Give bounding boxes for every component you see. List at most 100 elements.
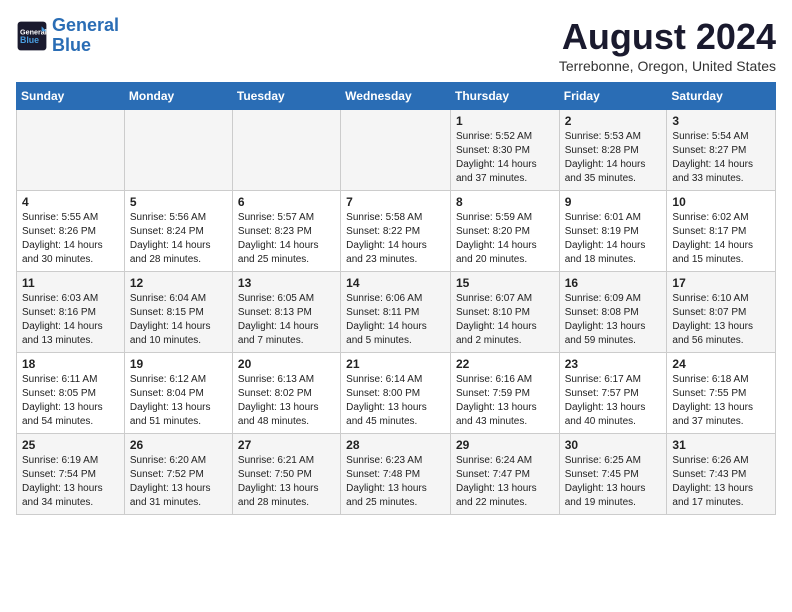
page-title: August 2024 — [559, 16, 776, 58]
day-number: 24 — [672, 357, 770, 371]
calendar-week-row: 4 Sunrise: 5:55 AM Sunset: 8:26 PM Daylig… — [17, 191, 776, 272]
day-number: 4 — [22, 195, 119, 209]
day-content: Sunrise: 6:13 AM Sunset: 8:02 PM Dayligh… — [238, 373, 335, 429]
calendar-day-cell: 15 Sunrise: 6:07 AM Sunset: 8:10 PM Dayli… — [450, 272, 559, 353]
logo-text: General Blue — [52, 16, 119, 56]
day-number: 31 — [672, 438, 770, 452]
day-content: Sunrise: 6:18 AM Sunset: 7:55 PM Dayligh… — [672, 373, 770, 429]
day-number: 9 — [565, 195, 662, 209]
day-number: 15 — [456, 276, 554, 290]
weekday-header-cell: Monday — [124, 83, 232, 110]
calendar-week-row: 25Sunrise: 6:19 AM Sunset: 7:54 PM Dayli… — [17, 434, 776, 515]
day-content: Sunrise: 6:23 AM Sunset: 7:48 PM Dayligh… — [346, 454, 445, 510]
day-number: 30 — [565, 438, 662, 452]
calendar-day-cell: 29 Sunrise: 6:24 AM Sunset: 7:47 PM Dayli… — [450, 434, 559, 515]
calendar-day-cell — [124, 110, 232, 191]
header: General Blue General Blue August 2024 Te… — [16, 16, 776, 74]
calendar-day-cell: 25Sunrise: 6:19 AM Sunset: 7:54 PM Dayli… — [17, 434, 125, 515]
calendar-week-row: 1 Sunrise: 5:52 AM Sunset: 8:30 PM Daylig… — [17, 110, 776, 191]
logo-line2: Blue — [52, 35, 91, 55]
day-content: Sunrise: 6:03 AM Sunset: 8:16 PM Dayligh… — [22, 292, 119, 348]
calendar-day-cell: 4 Sunrise: 5:55 AM Sunset: 8:26 PM Daylig… — [17, 191, 125, 272]
calendar-week-row: 11 Sunrise: 6:03 AM Sunset: 8:16 PM Dayli… — [17, 272, 776, 353]
day-content: Sunrise: 6:10 AM Sunset: 8:07 PM Dayligh… — [672, 292, 770, 348]
day-content: Sunrise: 6:06 AM Sunset: 8:11 PM Dayligh… — [346, 292, 445, 348]
day-number: 1 — [456, 114, 554, 128]
calendar-day-cell: 20 Sunrise: 6:13 AM Sunset: 8:02 PM Dayli… — [232, 353, 340, 434]
calendar-day-cell: 19Sunrise: 6:12 AM Sunset: 8:04 PM Dayli… — [124, 353, 232, 434]
day-number: 11 — [22, 276, 119, 290]
calendar-day-cell: 2Sunrise: 5:53 AM Sunset: 8:28 PM Daylig… — [559, 110, 667, 191]
day-content: Sunrise: 5:56 AM Sunset: 8:24 PM Dayligh… — [130, 211, 227, 267]
day-content: Sunrise: 6:05 AM Sunset: 8:13 PM Dayligh… — [238, 292, 335, 348]
day-content: Sunrise: 6:02 AM Sunset: 8:17 PM Dayligh… — [672, 211, 770, 267]
day-number: 23 — [565, 357, 662, 371]
calendar-day-cell: 17Sunrise: 6:10 AM Sunset: 8:07 PM Dayli… — [667, 272, 776, 353]
calendar-day-cell: 8Sunrise: 5:59 AM Sunset: 8:20 PM Daylig… — [450, 191, 559, 272]
weekday-header-cell: Thursday — [450, 83, 559, 110]
logo: General Blue General Blue — [16, 16, 119, 56]
day-number: 10 — [672, 195, 770, 209]
calendar-day-cell — [341, 110, 451, 191]
day-content: Sunrise: 5:53 AM Sunset: 8:28 PM Dayligh… — [565, 130, 662, 186]
day-number: 27 — [238, 438, 335, 452]
day-content: Sunrise: 5:52 AM Sunset: 8:30 PM Dayligh… — [456, 130, 554, 186]
calendar-day-cell: 27 Sunrise: 6:21 AM Sunset: 7:50 PM Dayli… — [232, 434, 340, 515]
day-content: Sunrise: 6:11 AM Sunset: 8:05 PM Dayligh… — [22, 373, 119, 429]
calendar-day-cell: 7 Sunrise: 5:58 AM Sunset: 8:22 PM Daylig… — [341, 191, 451, 272]
calendar-body: 1 Sunrise: 5:52 AM Sunset: 8:30 PM Daylig… — [17, 110, 776, 515]
page-subtitle: Terrebonne, Oregon, United States — [559, 58, 776, 74]
calendar-day-cell: 12Sunrise: 6:04 AM Sunset: 8:15 PM Dayli… — [124, 272, 232, 353]
calendar-day-cell — [232, 110, 340, 191]
calendar-day-cell: 11 Sunrise: 6:03 AM Sunset: 8:16 PM Dayli… — [17, 272, 125, 353]
day-number: 7 — [346, 195, 445, 209]
calendar-day-cell: 9Sunrise: 6:01 AM Sunset: 8:19 PM Daylig… — [559, 191, 667, 272]
calendar-day-cell: 13 Sunrise: 6:05 AM Sunset: 8:13 PM Dayli… — [232, 272, 340, 353]
day-number: 5 — [130, 195, 227, 209]
day-number: 25 — [22, 438, 119, 452]
calendar-day-cell: 1 Sunrise: 5:52 AM Sunset: 8:30 PM Daylig… — [450, 110, 559, 191]
day-number: 13 — [238, 276, 335, 290]
calendar-day-cell: 10 Sunrise: 6:02 AM Sunset: 8:17 PM Dayli… — [667, 191, 776, 272]
weekday-header-cell: Saturday — [667, 83, 776, 110]
day-content: Sunrise: 5:58 AM Sunset: 8:22 PM Dayligh… — [346, 211, 445, 267]
day-content: Sunrise: 5:54 AM Sunset: 8:27 PM Dayligh… — [672, 130, 770, 186]
weekday-header-row: SundayMondayTuesdayWednesdayThursdayFrid… — [17, 83, 776, 110]
svg-text:Blue: Blue — [20, 35, 39, 45]
calendar-day-cell: 5 Sunrise: 5:56 AM Sunset: 8:24 PM Daylig… — [124, 191, 232, 272]
day-content: Sunrise: 6:26 AM Sunset: 7:43 PM Dayligh… — [672, 454, 770, 510]
day-number: 12 — [130, 276, 227, 290]
calendar-day-cell: 28 Sunrise: 6:23 AM Sunset: 7:48 PM Dayli… — [341, 434, 451, 515]
day-number: 3 — [672, 114, 770, 128]
day-content: Sunrise: 6:24 AM Sunset: 7:47 PM Dayligh… — [456, 454, 554, 510]
day-number: 28 — [346, 438, 445, 452]
calendar-day-cell — [17, 110, 125, 191]
calendar-day-cell: 3 Sunrise: 5:54 AM Sunset: 8:27 PM Daylig… — [667, 110, 776, 191]
day-number: 6 — [238, 195, 335, 209]
day-content: Sunrise: 5:59 AM Sunset: 8:20 PM Dayligh… — [456, 211, 554, 267]
day-number: 29 — [456, 438, 554, 452]
calendar-day-cell: 6 Sunrise: 5:57 AM Sunset: 8:23 PM Daylig… — [232, 191, 340, 272]
weekday-header-cell: Friday — [559, 83, 667, 110]
calendar-day-cell: 31 Sunrise: 6:26 AM Sunset: 7:43 PM Dayli… — [667, 434, 776, 515]
calendar-day-cell: 16Sunrise: 6:09 AM Sunset: 8:08 PM Dayli… — [559, 272, 667, 353]
calendar-day-cell: 30Sunrise: 6:25 AM Sunset: 7:45 PM Dayli… — [559, 434, 667, 515]
day-content: Sunrise: 6:17 AM Sunset: 7:57 PM Dayligh… — [565, 373, 662, 429]
day-number: 22 — [456, 357, 554, 371]
calendar-week-row: 18 Sunrise: 6:11 AM Sunset: 8:05 PM Dayli… — [17, 353, 776, 434]
logo-line1: General — [52, 15, 119, 35]
day-number: 21 — [346, 357, 445, 371]
day-content: Sunrise: 5:57 AM Sunset: 8:23 PM Dayligh… — [238, 211, 335, 267]
day-number: 20 — [238, 357, 335, 371]
calendar-day-cell: 14 Sunrise: 6:06 AM Sunset: 8:11 PM Dayli… — [341, 272, 451, 353]
day-content: Sunrise: 6:21 AM Sunset: 7:50 PM Dayligh… — [238, 454, 335, 510]
day-number: 18 — [22, 357, 119, 371]
day-number: 14 — [346, 276, 445, 290]
day-content: Sunrise: 6:07 AM Sunset: 8:10 PM Dayligh… — [456, 292, 554, 348]
calendar-day-cell: 23 Sunrise: 6:17 AM Sunset: 7:57 PM Dayli… — [559, 353, 667, 434]
weekday-header-cell: Wednesday — [341, 83, 451, 110]
day-number: 16 — [565, 276, 662, 290]
day-content: Sunrise: 6:16 AM Sunset: 7:59 PM Dayligh… — [456, 373, 554, 429]
day-content: Sunrise: 5:55 AM Sunset: 8:26 PM Dayligh… — [22, 211, 119, 267]
title-area: August 2024 Terrebonne, Oregon, United S… — [559, 16, 776, 74]
